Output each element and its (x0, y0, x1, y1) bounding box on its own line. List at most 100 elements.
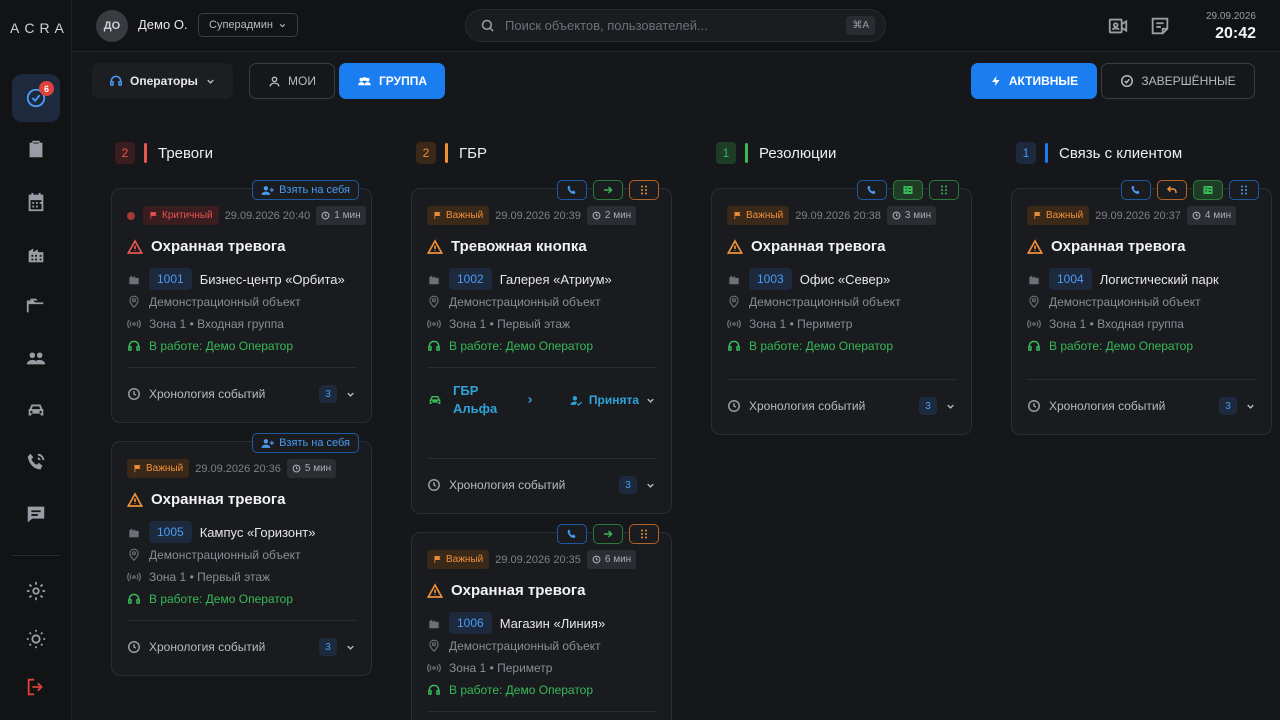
take-button[interactable]: Взять на себя (252, 180, 359, 200)
avatar[interactable]: ДО (96, 10, 128, 42)
work-status-label: В работе: Демо Оператор (149, 592, 294, 606)
object-number[interactable]: 1005 (149, 521, 192, 543)
chronology-label: Хронология событий (149, 387, 266, 401)
column-title: ГБР (459, 144, 487, 162)
alarm-card[interactable]: Важный 29.09.2026 20:39 2 мин Тревожная … (411, 180, 672, 514)
search-bar[interactable]: Поиск объектов, пользователей... ⌘A (465, 9, 886, 42)
card-title-row: Охранная тревога (727, 238, 886, 255)
forward-button[interactable] (593, 180, 623, 200)
group-icon (358, 76, 371, 85)
notes-icon[interactable] (1149, 15, 1171, 37)
user-name: Демо О. (138, 17, 188, 32)
alarm-card[interactable]: Взять на себя Важный 29.09.2026 20:36 5 … (111, 433, 372, 676)
flag-icon (734, 211, 741, 220)
grid-icon (641, 185, 647, 195)
chat-icon (27, 506, 45, 523)
gbr-assignment[interactable]: ГБР Альфа Принята (427, 382, 656, 418)
alarm-card[interactable]: Важный 29.09.2026 20:35 6 мин Охранная т… (411, 524, 672, 720)
card-divider (427, 367, 656, 368)
location-pin-icon (429, 295, 439, 309)
chronology-toggle[interactable]: Хронология событий 3 (127, 638, 356, 656)
priority-label: Важный (446, 554, 484, 565)
resolve-button[interactable] (893, 180, 923, 200)
call-button[interactable] (557, 180, 587, 200)
duration-badge: 2 мин (586, 206, 637, 225)
sidebar-item-people[interactable] (12, 334, 60, 382)
sidebar-divider (12, 555, 60, 556)
user-add-icon (261, 438, 275, 448)
arrow-right-icon (604, 530, 613, 538)
object-number[interactable]: 1003 (749, 268, 792, 290)
search-input[interactable]: Поиск объектов, пользователей... (505, 18, 846, 33)
header: ДО Демо О. Суперадмин Поиск объектов, по… (72, 0, 1280, 52)
headset-icon (428, 340, 440, 351)
sidebar-item-car[interactable] (12, 386, 60, 434)
sidebar-item-calendar[interactable] (12, 178, 60, 226)
sidebar-item-folder[interactable] (12, 282, 60, 330)
gbr-status[interactable]: Принята (570, 393, 656, 407)
object-type-label: Демонстрационный объект (449, 639, 601, 653)
chronology-toggle[interactable]: Хронология событий 3 (427, 476, 656, 494)
filter-active[interactable]: АКТИВНЫЕ (971, 63, 1097, 99)
object-number[interactable]: 1002 (449, 268, 492, 290)
clock-icon (292, 464, 301, 473)
sidebar-item-settings[interactable] (12, 567, 60, 615)
keypad-button[interactable] (629, 180, 659, 200)
card-actions (557, 180, 659, 200)
sidebar-item-phone[interactable] (12, 438, 60, 486)
priority-badge: Важный (427, 206, 490, 225)
zone-label: Зона 1 • Периметр (749, 317, 853, 331)
alarm-card[interactable]: Взять на себя Критичный 29.09.2026 20:40… (111, 180, 372, 423)
card-title-row: Охранная тревога (1027, 238, 1186, 255)
card-actions (857, 180, 959, 200)
keypad-button[interactable] (929, 180, 959, 200)
video-camera-icon[interactable] (1107, 15, 1129, 37)
search-icon (481, 19, 494, 32)
chronology-toggle[interactable]: Хронология событий 3 (1027, 397, 1256, 415)
forward-button[interactable] (593, 524, 623, 544)
card-divider (427, 458, 656, 459)
undo-button[interactable] (1157, 180, 1187, 200)
zone-label: Зона 1 • Периметр (449, 661, 553, 675)
headset-icon (128, 340, 140, 351)
sidebar-item-theme[interactable] (12, 615, 60, 663)
headset-icon (110, 75, 123, 86)
call-button[interactable] (1121, 180, 1151, 200)
alarm-card[interactable]: Важный 29.09.2026 20:38 3 мин Охранная т… (711, 180, 972, 435)
location-pin-icon (429, 639, 439, 653)
take-button[interactable]: Взять на себя (252, 433, 359, 453)
object-number[interactable]: 1004 (1049, 268, 1092, 290)
alarm-card[interactable]: Важный 29.09.2026 20:37 4 мин Охранная т… (1011, 180, 1272, 435)
duration-label: 4 мин (1204, 210, 1232, 221)
call-button[interactable] (857, 180, 887, 200)
sidebar-item-buildings[interactable] (12, 230, 60, 278)
chronology-count: 3 (1219, 397, 1237, 415)
chronology-toggle[interactable]: Хронология событий 3 (127, 385, 356, 403)
object-number[interactable]: 1001 (149, 268, 192, 290)
keypad-button[interactable] (629, 524, 659, 544)
zone-label: Зона 1 • Входная группа (1049, 317, 1184, 331)
clock-icon (321, 211, 330, 220)
sidebar-item-clipboard[interactable] (12, 125, 60, 173)
resolve-button[interactable] (1193, 180, 1223, 200)
building-icon (429, 619, 439, 629)
priority-badge: Важный (727, 206, 790, 225)
chronology-toggle[interactable]: Хронология событий 3 (727, 397, 956, 415)
column-title: Резолюции (759, 144, 837, 162)
tab-mine[interactable]: МОИ (249, 63, 335, 99)
filter-done[interactable]: ЗАВЕРШЁННЫЕ (1101, 63, 1255, 99)
object-type: Демонстрационный объект (127, 295, 301, 309)
keypad-button[interactable] (1229, 180, 1259, 200)
sidebar-item-chat[interactable] (12, 490, 60, 538)
sidebar-item-tasks[interactable]: 6 (12, 74, 60, 122)
sidebar-item-logout[interactable] (12, 663, 60, 711)
work-status: В работе: Демо Оператор (427, 683, 593, 697)
operators-select[interactable]: Операторы (92, 63, 233, 99)
role-select[interactable]: Суперадмин (198, 13, 298, 37)
location-pin-icon (129, 548, 139, 562)
notification-badge: 6 (39, 81, 54, 96)
call-button[interactable] (557, 524, 587, 544)
zone-label: Зона 1 • Первый этаж (449, 317, 571, 331)
object-number[interactable]: 1006 (449, 612, 492, 634)
tab-group[interactable]: ГРУППА (339, 63, 445, 99)
